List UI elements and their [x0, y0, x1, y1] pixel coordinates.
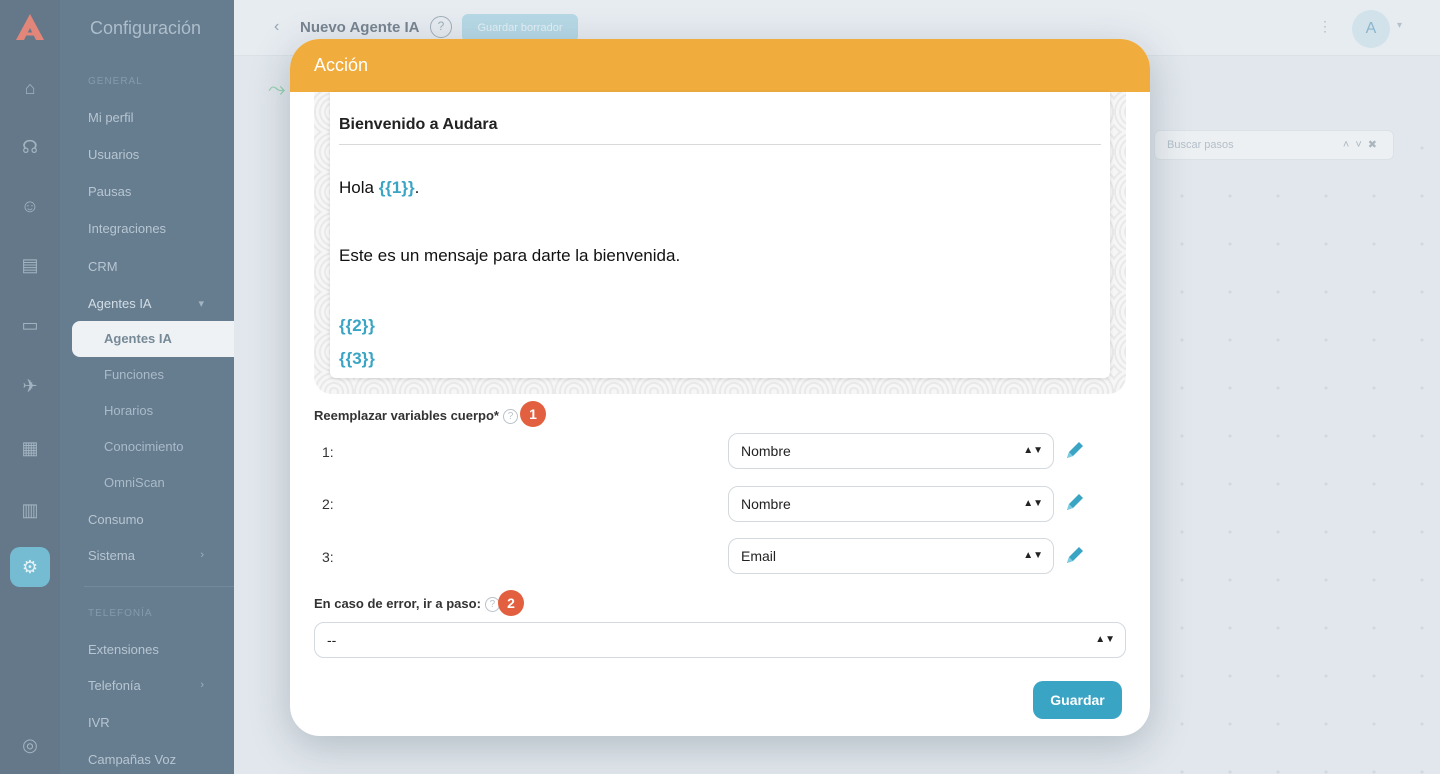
action-modal: Acción Bienvenido a Audara Hola {{1}}. E… — [290, 39, 1150, 736]
variable-number-2: 2: — [322, 496, 334, 512]
preview-greeting-line: Hola {{1}}. — [339, 178, 419, 198]
select-arrows-icon: ▲▼ — [1095, 634, 1115, 645]
preview-title: Bienvenido a Audara — [339, 116, 498, 133]
preview-divider — [339, 144, 1101, 145]
variable-1-value: Nombre — [741, 443, 791, 459]
preview-greeting-text: Hola — [339, 178, 379, 197]
variable-3-select[interactable]: Email ▲▼ — [728, 538, 1054, 574]
save-button[interactable]: Guardar — [1033, 681, 1122, 719]
error-step-text: En caso de error, ir a paso: — [314, 596, 481, 611]
variable-2-select[interactable]: Nombre ▲▼ — [728, 486, 1054, 522]
variable-2-value: Nombre — [741, 496, 791, 512]
select-arrows-icon: ▲▼ — [1023, 498, 1043, 509]
message-preview-card: Bienvenido a Audara Hola {{1}}. Este es … — [330, 92, 1110, 378]
select-arrows-icon: ▲▼ — [1023, 550, 1043, 561]
preview-variable-2: {{2}} — [339, 316, 375, 335]
edit-pencil-icon[interactable] — [1064, 439, 1086, 461]
preview-greeting-period: . — [414, 178, 420, 197]
modal-header: Acción — [290, 39, 1150, 92]
variable-number-1: 1: — [322, 444, 334, 460]
error-step-label: En caso de error, ir a paso:? — [314, 596, 500, 612]
edit-pencil-icon[interactable] — [1064, 491, 1086, 513]
variable-1-select[interactable]: Nombre ▲▼ — [728, 433, 1054, 469]
replace-variables-text: Reemplazar variables cuerpo* — [314, 408, 499, 423]
error-step-select[interactable]: -- ▲▼ — [314, 622, 1126, 658]
modal-title: Acción — [314, 55, 369, 75]
error-step-value: -- — [327, 632, 337, 648]
variable-3-value: Email — [741, 548, 777, 564]
preview-body-line: Este es un mensaje para darte la bienven… — [339, 246, 681, 265]
replace-variables-label: Reemplazar variables cuerpo*? — [314, 408, 518, 424]
preview-variable-3: {{3}} — [339, 349, 375, 368]
variable-number-3: 3: — [322, 549, 334, 565]
edit-pencil-icon[interactable] — [1064, 544, 1086, 566]
step-marker-1: 1 — [520, 401, 546, 427]
message-preview-background: Bienvenido a Audara Hola {{1}}. Este es … — [314, 92, 1126, 394]
select-arrows-icon: ▲▼ — [1023, 445, 1043, 456]
question-icon[interactable]: ? — [502, 409, 518, 424]
step-marker-2: 2 — [498, 590, 524, 616]
preview-variable-1: {{1}} — [378, 178, 415, 197]
